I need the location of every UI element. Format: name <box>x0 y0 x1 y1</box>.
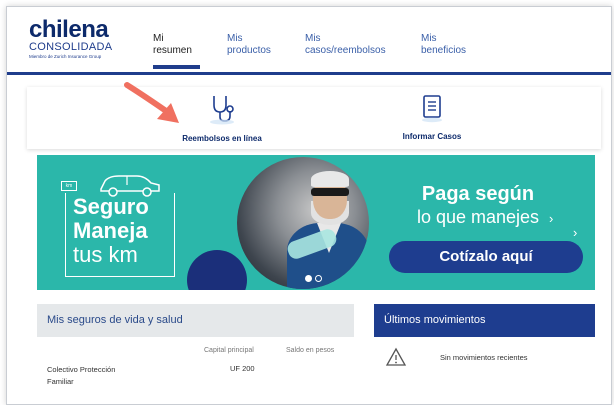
banner-swirl-shape <box>187 250 247 290</box>
chilena-logo[interactable]: chilena CONSOLIDADA Miembro de Zurich In… <box>29 16 119 60</box>
annotation-arrow-icon <box>124 82 179 123</box>
policy-name-line: Familiar <box>47 377 74 386</box>
site-header: chilena CONSOLIDADA Miembro de Zurich In… <box>7 7 611 75</box>
carousel-dots <box>305 269 325 287</box>
banner-driver-photo <box>237 157 369 289</box>
banner-offer: Paga según lo que manejes › Cotízalo aqu… <box>383 155 583 290</box>
nav-label-line1: Mis <box>227 33 243 44</box>
banner-title: Seguro Maneja tus km <box>73 195 149 267</box>
movimientos-header: Últimos movimientos <box>374 304 595 337</box>
policy-name[interactable]: Colectivo Protección Familiar <box>47 364 115 388</box>
nav-label-line2: productos <box>227 45 271 56</box>
quick-actions-bar: Reembolsos en línea Informar Casos <box>27 87 601 149</box>
nav-active-indicator <box>153 65 200 69</box>
driver-sunglasses <box>311 188 349 196</box>
banner-title-line: Seguro <box>73 194 149 219</box>
informar-label: Informar Casos <box>402 132 462 141</box>
carousel-dot[interactable] <box>305 275 312 282</box>
no-movements-text: Sin movimientos recientes <box>440 353 528 362</box>
banner-title-line: Maneja <box>73 218 148 243</box>
chevron-right-icon[interactable]: › <box>549 211 553 226</box>
km-badge: km <box>61 181 77 191</box>
movimientos-title: Últimos movimientos <box>384 314 486 326</box>
browser-frame: chilena CONSOLIDADA Miembro de Zurich In… <box>6 6 612 405</box>
driver-hair <box>311 171 349 187</box>
nav-label-line1: Mis <box>421 33 437 44</box>
nav-mis-beneficios[interactable]: Mis beneficios <box>421 33 466 57</box>
policy-name-line: Colectivo Protección <box>47 365 116 374</box>
nav-label-line2: casos/reembolsos <box>305 45 386 56</box>
seguros-header: Mis seguros de vida y salud <box>37 304 354 337</box>
column-header-capital: Capital principal <box>204 347 254 354</box>
cotizalo-button[interactable]: Cotízalo aquí <box>389 241 583 273</box>
banner-subheadline: lo que manejes <box>416 207 540 227</box>
promo-banner[interactable]: km Seguro Maneja tus km Paga según lo qu… <box>37 155 595 290</box>
carousel-dot[interactable] <box>315 275 322 282</box>
chevron-right-icon[interactable]: › <box>573 225 577 240</box>
nav-label-line1: Mis <box>305 33 321 44</box>
banner-title-line: tus km <box>73 242 138 267</box>
nav-mi-resumen[interactable]: Mi resumen <box>153 33 192 57</box>
informar-casos-button[interactable]: Informar Casos <box>387 93 477 141</box>
nav-mis-productos[interactable]: Mis productos <box>227 33 271 57</box>
nav-mis-casos[interactable]: Mis casos/reembolsos <box>305 33 386 57</box>
stethoscope-icon <box>210 96 234 125</box>
column-header-saldo: Saldo en pesos <box>286 347 335 354</box>
document-icon <box>422 95 442 123</box>
seguros-title: Mis seguros de vida y salud <box>47 314 183 326</box>
logo-tagline: Miembro de Zurich Insurance Group <box>29 54 102 59</box>
banner-headline: Paga según <box>421 183 535 205</box>
logo-brand: chilena <box>29 16 109 43</box>
nav-label-line1: Mi <box>153 33 164 44</box>
policy-capital: UF 200 <box>230 364 255 373</box>
logo-sub: CONSOLIDADA <box>29 41 113 53</box>
warning-icon <box>385 347 407 366</box>
nav-label-line2: resumen <box>153 45 192 56</box>
nav-label-line2: beneficios <box>421 45 467 56</box>
